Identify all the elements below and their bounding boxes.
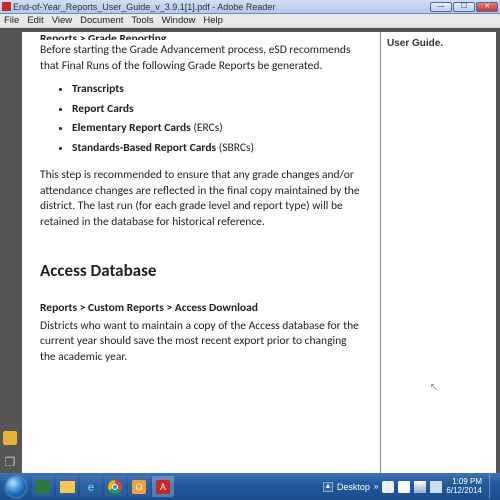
reports-bullet-list: Transcripts Report Cards Elementary Repo… xyxy=(72,82,362,156)
breadcrumb-grade-reporting: Reports > Grade Reporting xyxy=(40,32,362,40)
mouse-cursor-icon: ↖ xyxy=(430,382,438,393)
right-border xyxy=(496,32,500,477)
tray-network-icon[interactable] xyxy=(414,481,426,493)
taskbar-app-adobe-reader[interactable]: A xyxy=(152,476,174,497)
menu-document[interactable]: Document xyxy=(80,15,123,26)
taskbar-app-chrome[interactable] xyxy=(104,476,126,497)
window-buttons: — ☐ ✕ xyxy=(430,2,498,12)
close-button[interactable]: ✕ xyxy=(476,2,498,12)
menu-window[interactable]: Window xyxy=(162,15,196,26)
taskbar-app-outlook[interactable]: O xyxy=(128,476,150,497)
desktop-toolbar-label[interactable]: Desktop xyxy=(337,482,370,492)
bullet-report-cards: Report Cards xyxy=(72,102,362,118)
side-panel-text: User Guide. xyxy=(387,38,490,49)
folder-icon xyxy=(60,481,75,493)
tray-icon-1[interactable] xyxy=(382,481,394,493)
taskbar-app-ie[interactable]: e xyxy=(80,476,102,497)
clock-date: 6/12/2014 xyxy=(446,487,482,496)
maximize-button[interactable]: ☐ xyxy=(453,2,475,12)
breadcrumb-access-download: Reports > Custom Reports > Access Downlo… xyxy=(40,301,362,317)
intro-paragraph: Before starting the Grade Advancement pr… xyxy=(40,43,362,74)
window-title-text: End-of-Year_Reports_User_Guide_v_3.9.1[1… xyxy=(13,2,275,12)
side-panel[interactable]: User Guide. xyxy=(380,32,496,477)
document-page[interactable]: Reports > Grade Reporting Before startin… xyxy=(22,32,380,477)
menu-view[interactable]: View xyxy=(52,15,72,26)
tray-action-center-icon[interactable] xyxy=(398,481,410,493)
tray-show-hidden-icons[interactable]: ▲ xyxy=(323,482,333,492)
menu-bar: File Edit View Document Tools Window Hel… xyxy=(0,14,500,28)
menu-tools[interactable]: Tools xyxy=(131,15,153,26)
desktop-toolbar-chevron-icon[interactable]: » xyxy=(374,482,378,491)
tray-volume-icon[interactable] xyxy=(430,481,442,493)
bullet-elementary-report-cards: Elementary Report Cards (ERCs) xyxy=(72,121,362,137)
windows-orb-icon xyxy=(6,477,26,497)
windows-taskbar: e O A ▲ Desktop » 1:09 PM 6/12/2014 xyxy=(0,473,500,500)
window-title-group: End-of-Year_Reports_User_Guide_v_3.9.1[1… xyxy=(2,2,275,12)
taskbar-clock[interactable]: 1:09 PM 6/12/2014 xyxy=(446,478,482,496)
access-db-paragraph: Districts who want to maintain a copy of… xyxy=(40,319,362,366)
recommendation-paragraph: This step is recommended to ensure that … xyxy=(40,168,362,230)
content-area: ❐ Reports > Grade Reporting Before start… xyxy=(0,32,500,477)
show-desktop-button[interactable] xyxy=(489,474,497,499)
menu-file[interactable]: File xyxy=(4,15,19,26)
attachments-icon[interactable]: ❐ xyxy=(3,455,17,469)
taskbar-app-camtasia[interactable] xyxy=(32,476,54,497)
minimize-button[interactable]: — xyxy=(430,2,452,12)
start-button[interactable] xyxy=(0,473,31,500)
bullet-transcripts: Transcripts xyxy=(72,82,362,98)
pdf-file-icon xyxy=(2,2,11,11)
taskbar-left: e O A xyxy=(0,473,175,500)
left-nav-gutter: ❐ xyxy=(0,32,22,477)
system-tray: ▲ Desktop » 1:09 PM 6/12/2014 xyxy=(323,474,497,499)
signature-panel-icon[interactable] xyxy=(3,431,17,445)
window-titlebar: End-of-Year_Reports_User_Guide_v_3.9.1[1… xyxy=(0,0,500,14)
menu-edit[interactable]: Edit xyxy=(27,15,43,26)
menu-help[interactable]: Help xyxy=(203,15,223,26)
taskbar-app-explorer[interactable] xyxy=(56,476,78,497)
heading-access-database: Access Database xyxy=(40,260,362,283)
bullet-standards-based-report-cards: Standards-Based Report Cards (SBRCs) xyxy=(72,141,362,157)
